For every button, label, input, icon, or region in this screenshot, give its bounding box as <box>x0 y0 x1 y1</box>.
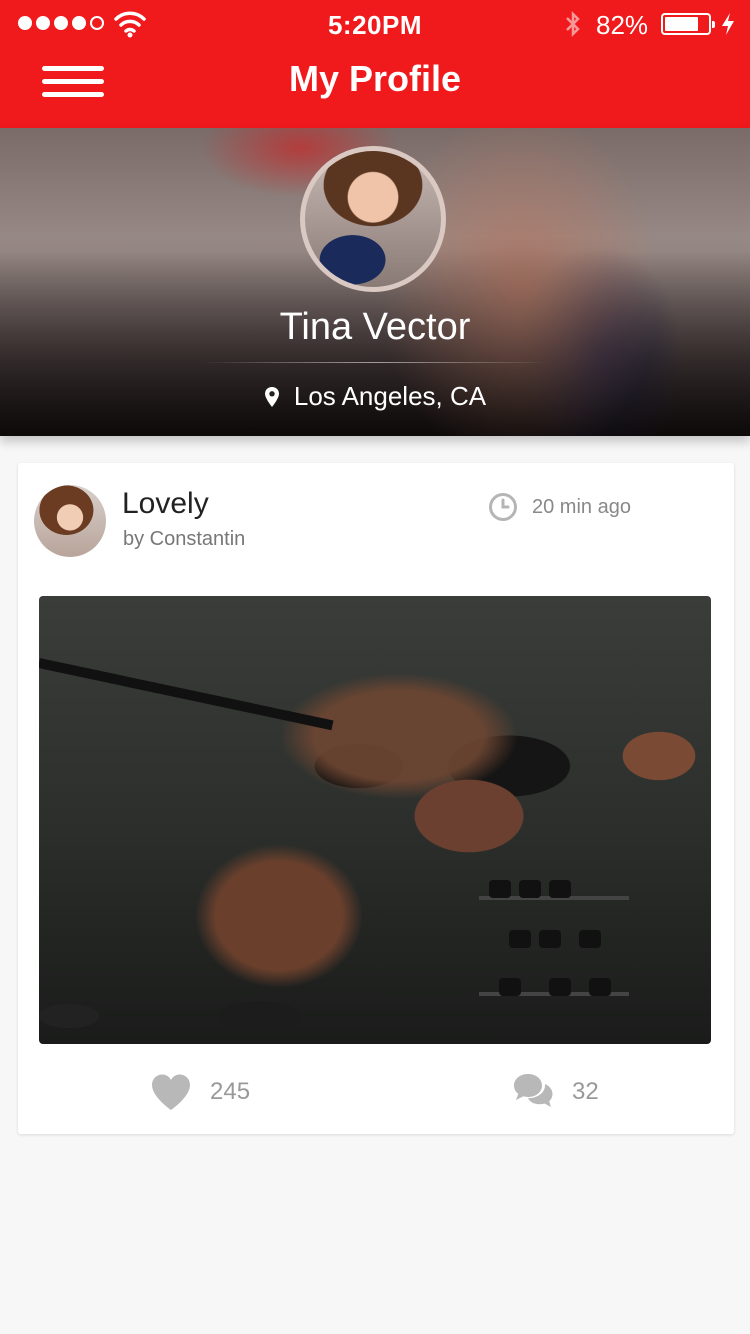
post-author[interactable]: by Constantin <box>123 528 245 551</box>
profile-location: Los Angeles, CA <box>0 381 750 412</box>
post-title: Lovely <box>122 487 209 520</box>
comments-icon <box>514 1074 553 1107</box>
top-bar: 5:20PM 82% My Profile <box>0 0 750 128</box>
heart-icon <box>152 1074 190 1110</box>
battery-icon <box>661 13 715 35</box>
like-count: 245 <box>210 1078 251 1105</box>
post-photo[interactable] <box>39 596 711 1044</box>
status-bar: 5:20PM 82% <box>0 0 750 48</box>
comment-button[interactable]: 32 <box>512 1073 599 1111</box>
location-pin-icon <box>264 386 279 407</box>
time-ago-label: 20 min ago <box>532 495 631 518</box>
profile-avatar[interactable] <box>300 146 446 292</box>
profile-name: Tina Vector <box>279 306 471 348</box>
location-label: Los Angeles, CA <box>293 381 487 411</box>
post-actions: 245 32 <box>18 1073 734 1123</box>
page-title: My Profile <box>288 58 462 99</box>
bluetooth-icon <box>566 10 580 38</box>
author-avatar[interactable] <box>34 485 106 557</box>
profile-header: Tina Vector Los Angeles, CA <box>0 128 750 436</box>
like-button[interactable]: 245 <box>150 1073 250 1111</box>
post-timestamp: 20 min ago <box>488 492 631 522</box>
battery-percent: 82% <box>596 10 649 40</box>
post-card[interactable]: Lovely by Constantin 20 min ago 245 32 <box>18 463 734 1134</box>
comment-count: 32 <box>572 1078 599 1105</box>
profile-divider <box>200 362 550 363</box>
charging-bolt-icon <box>722 13 734 35</box>
clock-icon <box>489 493 517 521</box>
